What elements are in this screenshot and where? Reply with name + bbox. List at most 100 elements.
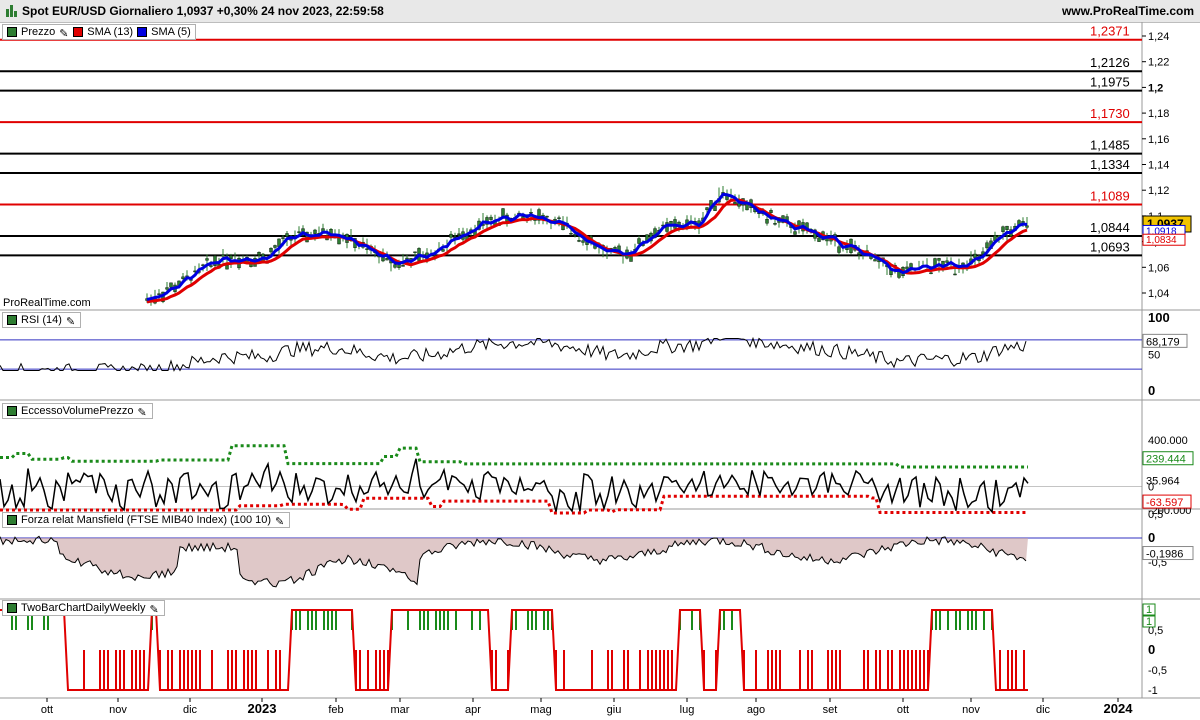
chart-title: Spot EUR/USD Giornaliero 1,0937 +0,30% 2…: [22, 4, 384, 18]
price-bar-body: [769, 210, 773, 213]
x-tick-label: mag: [530, 704, 551, 716]
x-tick-label: 2024: [1104, 701, 1134, 716]
price-bar-body: [157, 293, 161, 295]
price-bar-body: [773, 223, 777, 225]
legend-sma5: SMA (5): [151, 26, 191, 38]
price-tick-label: 1,12: [1148, 185, 1169, 197]
volume-upper-value: 239.444: [1146, 454, 1186, 466]
x-tick-label: nov: [109, 704, 127, 716]
price-bar-body: [1005, 225, 1009, 230]
price-bar-body: [449, 233, 453, 238]
mansfield-legend[interactable]: Forza relat Mansfield (FTSE MIB40 Index)…: [2, 512, 291, 528]
price-bar-body: [205, 258, 209, 261]
x-tick-label: ott: [897, 704, 909, 716]
wrench-icon[interactable]: ✎: [275, 515, 285, 528]
price-tick-label: 1,14: [1148, 160, 1169, 172]
volume-line: [0, 458, 1029, 514]
legend-twobar: TwoBarChartDailyWeekly: [21, 602, 146, 614]
price-swatch: [7, 27, 17, 37]
level-label: 1,1975: [1090, 75, 1130, 90]
rsi-tick-label: 50: [1148, 350, 1160, 362]
x-tick-label: lug: [680, 704, 695, 716]
wrench-icon[interactable]: ✎: [138, 406, 148, 419]
legend-mansfield: Forza relat Mansfield (FTSE MIB40 Index)…: [21, 514, 272, 526]
price-bar-body: [529, 212, 533, 214]
volume-tick-label: 400.000: [1148, 435, 1188, 447]
sma13-swatch: [73, 27, 84, 37]
mansfield-area: [0, 536, 1028, 587]
rsi-tick-label: 100: [1148, 310, 1170, 325]
price-bar-body: [873, 259, 877, 262]
price-bar-body: [393, 264, 397, 268]
x-tick-label: apr: [465, 704, 481, 716]
twobar-tick-label: 0: [1148, 642, 1155, 657]
price-bar-body: [569, 233, 573, 235]
x-tick-label: giu: [607, 704, 622, 716]
price-bar-body: [221, 254, 225, 257]
rsi-tick-label: 0: [1148, 383, 1155, 398]
rsi-line: [0, 336, 1027, 372]
price-bar-body: [713, 205, 717, 211]
price-legend[interactable]: Prezzo ✎ SMA (13) SMA (5): [2, 24, 196, 40]
sma13-value: 1,0834: [1146, 235, 1177, 246]
price-bar-body: [793, 231, 797, 235]
level-label: 1,2126: [1090, 55, 1130, 70]
twobar-step-line: [0, 609, 1028, 691]
price-bar-body: [281, 237, 285, 239]
price-tick-label: 1,2: [1148, 82, 1163, 94]
site-label: www.ProRealTime.com: [1061, 4, 1194, 18]
x-tick-label: ago: [747, 704, 765, 716]
price-bar-body: [797, 220, 801, 226]
price-bar-body: [229, 255, 233, 259]
twobar-tick-label: -0,5: [1148, 665, 1167, 677]
price-bar-body: [401, 265, 405, 267]
price-bar-body: [181, 276, 185, 279]
x-tick-label: set: [823, 704, 838, 716]
twobar-value-b: 1: [1146, 616, 1152, 628]
price-bar-body: [169, 282, 173, 288]
level-label: 1,1485: [1090, 138, 1130, 153]
twobar-legend[interactable]: TwoBarChartDailyWeekly ✎: [2, 600, 165, 616]
price-tick-label: 1,16: [1148, 134, 1169, 146]
price-bar-body: [209, 265, 213, 267]
price-bar-body: [457, 233, 461, 235]
price-bar-body: [973, 253, 977, 258]
price-bar-body: [581, 240, 585, 243]
rsi-legend[interactable]: RSI (14) ✎: [2, 312, 81, 328]
x-tick-label: dic: [1036, 704, 1051, 716]
price-bar-body: [837, 246, 841, 253]
level-label: 1,0693: [1090, 239, 1130, 254]
price-bar-body: [413, 251, 417, 254]
price-bar-body: [817, 237, 821, 242]
volume-legend[interactable]: EccessoVolumePrezzo ✎: [2, 403, 153, 419]
rsi-value: 68,179: [1146, 336, 1180, 348]
x-tick-label: ott: [41, 704, 53, 716]
wrench-icon[interactable]: ✎: [66, 315, 76, 328]
price-bar-body: [165, 287, 169, 290]
level-label: 1,1089: [1090, 188, 1130, 203]
twobar-tick-label: -1: [1148, 685, 1158, 697]
legend-volume: EccessoVolumePrezzo: [21, 405, 134, 417]
volume-lower-value: -63.597: [1146, 497, 1183, 509]
x-tick-label: 2023: [248, 701, 277, 716]
x-tick-label: mar: [391, 704, 410, 716]
price-bar-body: [297, 231, 301, 233]
wrench-icon[interactable]: ✎: [59, 27, 69, 40]
price-bar-body: [577, 240, 581, 242]
mansfield-value: -0,1986: [1146, 549, 1183, 561]
x-tick-label: nov: [962, 704, 980, 716]
price-bar-body: [273, 245, 277, 248]
mansfield-tick-label: 0,5: [1148, 509, 1163, 521]
price-bar-body: [545, 215, 549, 218]
price-bar-body: [365, 248, 369, 250]
price-bar-body: [929, 272, 933, 275]
mansfield-tick-label: 0: [1148, 530, 1155, 545]
price-bar-body: [945, 260, 949, 263]
wrench-icon[interactable]: ✎: [150, 603, 160, 616]
price-bar-body: [225, 265, 229, 270]
price-bar-body: [1025, 225, 1029, 228]
price-tick-label: 1,06: [1148, 262, 1169, 274]
price-tick-label: 1,04: [1148, 288, 1169, 300]
price-bar-body: [857, 252, 861, 255]
price-tick-label: 1,18: [1148, 108, 1169, 120]
